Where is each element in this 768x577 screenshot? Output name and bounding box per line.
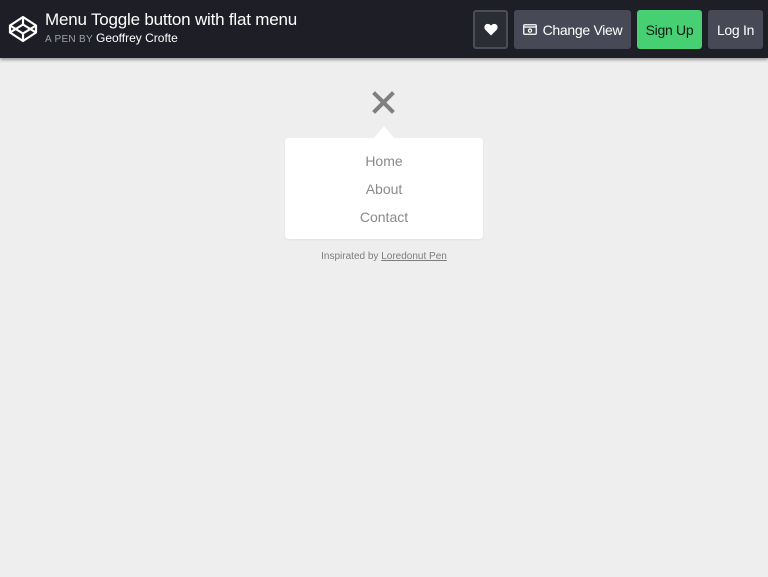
close-icon bbox=[372, 91, 395, 114]
author-link[interactable]: Geoffrey Crofte bbox=[96, 31, 178, 45]
pen-byline: A PEN BY Geoffrey Crofte bbox=[45, 31, 297, 47]
menu-panel: Home About Contact bbox=[285, 138, 483, 239]
credit-link[interactable]: Loredonut Pen bbox=[381, 251, 447, 262]
change-view-button[interactable]: Change View bbox=[514, 10, 631, 49]
pen-title-block: Menu Toggle button with flat menu A PEN … bbox=[45, 9, 297, 47]
menu-item-home[interactable]: Home bbox=[285, 147, 483, 175]
pen-title: Menu Toggle button with flat menu bbox=[45, 10, 298, 29]
sign-up-button[interactable]: Sign Up bbox=[637, 10, 702, 49]
flat-menu: Home About Contact bbox=[285, 126, 483, 239]
change-view-icon bbox=[522, 24, 537, 35]
menu-item-contact[interactable]: Contact bbox=[285, 203, 483, 231]
credit-line: Inspirated by Loredonut Pen bbox=[0, 251, 768, 262]
codepen-header: Menu Toggle button with flat menu A PEN … bbox=[0, 0, 768, 58]
heart-button[interactable] bbox=[473, 10, 508, 49]
credit-text: Inspirated by bbox=[321, 251, 379, 262]
heart-icon bbox=[483, 23, 498, 36]
menu-arrow bbox=[374, 126, 394, 138]
log-in-button[interactable]: Log In bbox=[708, 10, 763, 49]
byline-prefix: A PEN BY bbox=[45, 34, 93, 45]
menu-item-about[interactable]: About bbox=[285, 175, 483, 203]
change-view-label: Change View bbox=[542, 21, 623, 38]
codepen-logo-icon[interactable] bbox=[8, 14, 38, 44]
menu-toggle-button[interactable] bbox=[371, 90, 396, 115]
